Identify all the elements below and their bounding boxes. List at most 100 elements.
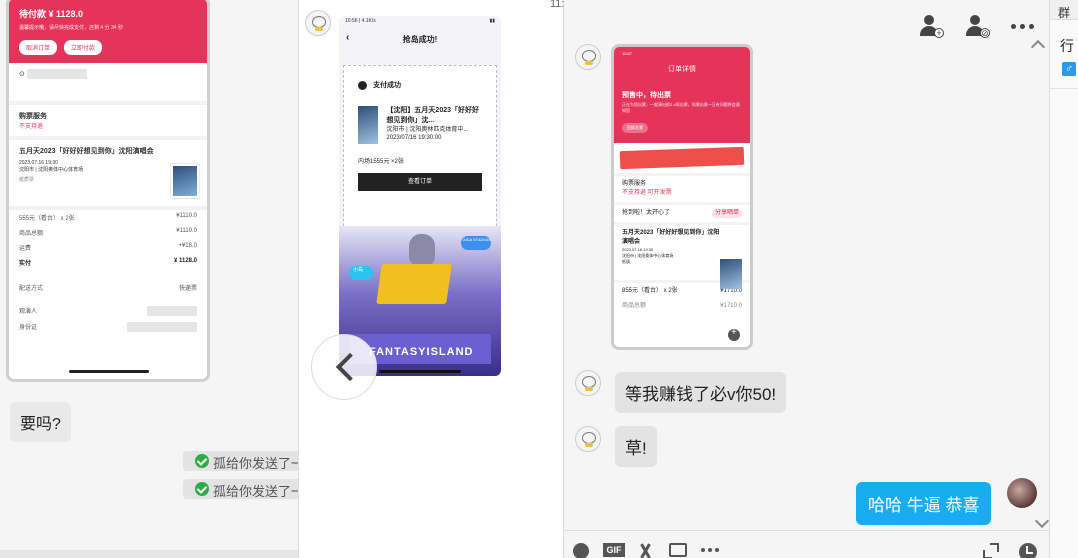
service-title: 购票服务 — [19, 113, 47, 120]
id-blur — [127, 322, 197, 332]
add-member-icon[interactable]: + — [919, 14, 944, 38]
ticket-tag: 纸质 — [622, 259, 630, 264]
sender-avatar[interactable] — [575, 370, 601, 396]
nav-title: 订单详情 — [668, 66, 696, 73]
pay-line: 实付 ¥ 1128.0 — [9, 255, 207, 270]
battery-icon: ▮▮ — [489, 18, 495, 24]
item-venue: 沈阳市 | 沈阳奥林匹克体育中... — [386, 126, 469, 133]
viewer-blur — [147, 306, 197, 316]
address-row: ⊙ — [9, 63, 207, 105]
service-row: 购票服务 不支持退 — [9, 105, 207, 140]
my-avatar[interactable] — [1007, 478, 1037, 508]
image-icon[interactable] — [669, 543, 687, 557]
chevron-up-icon[interactable] — [1030, 39, 1046, 55]
chat-toolbar: + ⊘ — [919, 14, 1035, 38]
sender-avatar[interactable] — [575, 44, 601, 70]
check-icon — [195, 454, 209, 468]
my-chat-bubble[interactable]: 哈哈 牛逼 恭喜 — [856, 482, 992, 525]
redacted-address — [619, 146, 745, 170]
desktop: 待付款 ¥ 1128.0 温馨提示哦，请尽快完成支付，还剩 4 分 34 秒 取… — [0, 0, 1078, 558]
location-icon: ⊙ — [19, 70, 25, 78]
event-poster — [358, 106, 379, 144]
gif-icon[interactable]: GIF — [603, 543, 625, 557]
history-icon[interactable] — [1019, 543, 1037, 558]
price-line: 内场1555元 ×2张 — [358, 159, 404, 165]
chat-bubble[interactable]: 要吗? — [10, 402, 71, 442]
status-bar: 10:56 | 4.1K/s ▮▮ — [339, 16, 501, 28]
ticket-line: 555元（看台） x 2张 ¥1110.0 — [9, 210, 207, 225]
system-notice-text: 孤给你发送了一 — [213, 456, 305, 471]
service-section: 购票服务 不支持退 可开发票 — [614, 173, 750, 202]
ticket-line: 855元（看台） x 2张 — [622, 288, 678, 294]
delivery-label: 配送方式 — [19, 286, 44, 292]
order-item: 【沈阳】五月天2023「好好好想见到你」沈... 沈阳市 | 沈阳奥林匹克体育中… — [358, 106, 482, 144]
back-icon: ‹ — [346, 32, 350, 43]
presale-sub: 正在为您出票，一般演出前2-4周出票，如需出票一旦有问题将会通知您 — [622, 102, 740, 113]
remove-member-icon[interactable]: ⊘ — [965, 14, 990, 38]
status-time: 10:57 — [622, 51, 633, 56]
order-status-title: 待付款 ¥ 1128.0 — [19, 9, 84, 19]
system-notice-text: 孤给你发送了一 — [213, 484, 305, 499]
clipped-time: 11: — [550, 0, 565, 10]
nav-bar: ‹ 抢岛成功! — [339, 28, 501, 51]
more-icon[interactable] — [701, 543, 719, 557]
microphone-graphic — [409, 234, 435, 268]
check-icon — [195, 482, 209, 496]
order-screenshot-image[interactable]: 待付款 ¥ 1128.0 温馨提示哦，请尽快完成支付，还剩 4 分 34 秒 取… — [6, 0, 210, 382]
add-icon — [728, 327, 740, 341]
order-header: 待付款 ¥ 1128.0 温馨提示哦，请尽快完成支付，还剩 4 分 34 秒 取… — [9, 0, 207, 63]
expand-icon[interactable] — [983, 543, 999, 558]
more-icon[interactable] — [1011, 14, 1035, 38]
event-title: 五月天2023「好好好想见到你」沈阳演唱会 — [19, 148, 154, 155]
chevron-down-icon[interactable] — [1034, 513, 1050, 529]
presale-title: 预售中，待出票 — [622, 92, 671, 99]
order-detail-image[interactable]: 10:57 订单详情 预售中，待出票 正在为您出票，一般演出前2-4周出票，如需… — [611, 44, 753, 350]
viewer-label: 观演人 — [19, 309, 38, 315]
goods-total-value: ¥1110.0 — [176, 228, 197, 234]
input-toolbar: GIF — [565, 530, 1049, 558]
nav-title: 抢岛成功! — [402, 35, 438, 44]
viewer-line: 观演人 — [9, 303, 207, 319]
sender-avatar[interactable] — [575, 426, 601, 452]
banner-tag-bubble: 小岛 — [349, 266, 373, 280]
chat-bubble[interactable]: 等我赚钱了必v你50! — [615, 372, 787, 413]
event-title: 五月天2023「好好好想见到你」沈阳演唱会 — [622, 230, 720, 245]
invoice-button: 回顾发票 — [622, 123, 648, 133]
ticket-price: ¥1110.0 — [176, 213, 197, 219]
id-label: 身份证 — [19, 325, 38, 331]
status-time: 10:56 | 4.1K/s — [345, 18, 376, 24]
emoji-icon[interactable] — [573, 543, 589, 558]
shipping-line: 运费 +¥18.0 — [9, 240, 207, 255]
shipping-value: +¥18.0 — [178, 243, 197, 249]
goods-total-line: 商品总额 ¥1110.0 — [9, 225, 207, 240]
event-poster — [720, 259, 742, 289]
service-title: 购票服务 — [622, 181, 647, 187]
sidebar-member-name[interactable]: 行 — [1060, 36, 1074, 56]
sidebar-header-text[interactable]: 群 — [1058, 4, 1070, 21]
chat-window: + ⊘ 10:57 订单详情 预售中，待出票 正在为您出票，一般演出前2-4周出… — [565, 0, 1050, 558]
goods-label: 商品总额 — [622, 303, 647, 309]
scissors-icon[interactable] — [637, 543, 655, 557]
order-detail-header: 10:57 订单详情 预售中，待出票 正在为您出票，一般演出前2-4周出票，如需… — [614, 47, 750, 143]
banner-tag: 小岛 — [353, 267, 364, 273]
success-icon — [358, 80, 367, 90]
share-button: 分享晒单 — [711, 209, 742, 218]
banner-logo-text: FANTASYISLAND — [369, 346, 474, 358]
chat-bubble[interactable]: 草! — [615, 426, 657, 467]
sender-avatar[interactable] — [305, 10, 331, 36]
divider — [1050, 88, 1078, 89]
previous-image-button[interactable] — [311, 334, 377, 400]
banner-tag: ASIA STADIUM — [463, 237, 491, 242]
banner-tag-bubble: ASIA STADIUM — [461, 236, 491, 250]
event-poster — [171, 164, 199, 198]
left-chat-panel: 待付款 ¥ 1128.0 温馨提示哦，请尽快完成支付，还剩 4 分 34 秒 取… — [0, 0, 323, 558]
view-order-button: 查看订单 — [358, 173, 482, 191]
promo-text: 抢到啦！太开心了 — [622, 210, 671, 216]
pay-status: 支付成功 — [373, 82, 401, 89]
payment-success-image[interactable]: 10:56 | 4.1K/s ▮▮ ‹ 抢岛成功! 支付成功 【沈阳】五月天20… — [339, 16, 501, 376]
delivery-line: 配送方式 快递票 — [9, 280, 207, 295]
cancel-order-button: 取消订单 — [19, 40, 58, 55]
service-value: 不支持退 — [19, 124, 44, 130]
home-indicator — [379, 370, 461, 373]
delivery-value: 快递票 — [178, 286, 197, 292]
